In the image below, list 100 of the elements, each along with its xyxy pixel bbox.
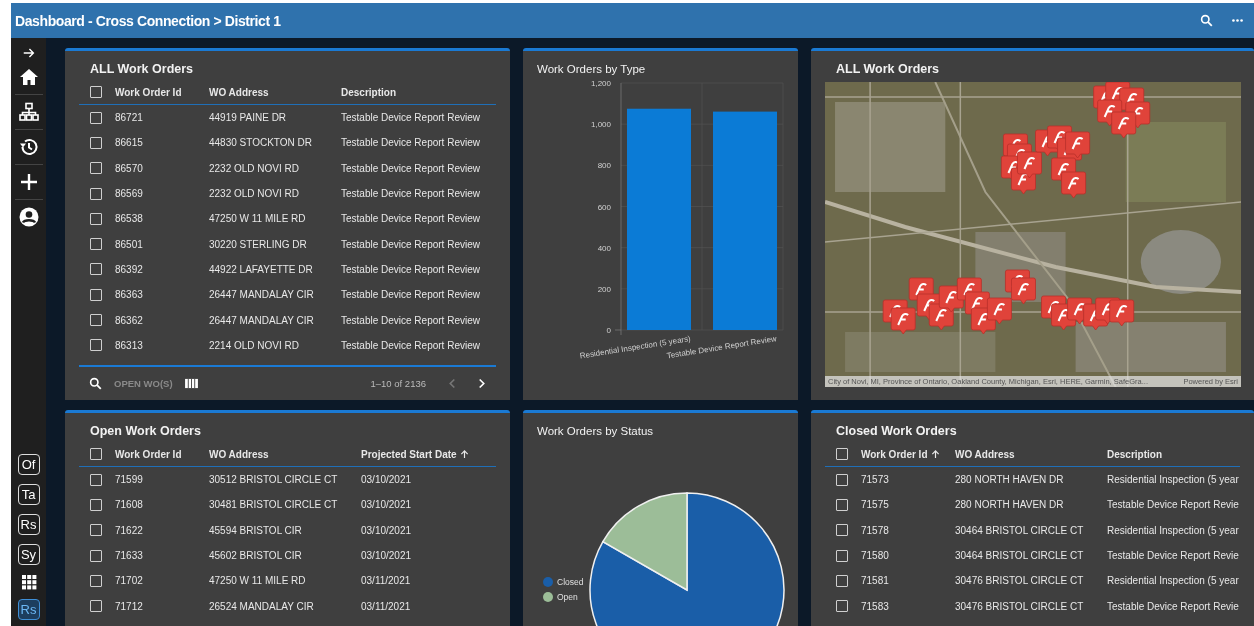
table-cell: 47250 W 11 MILE RD xyxy=(209,575,306,587)
table-cell: 26447 MANDALAY CIR xyxy=(209,289,314,301)
columns-icon[interactable] xyxy=(184,378,198,389)
checkbox[interactable] xyxy=(836,549,848,562)
table-cell: 71583 xyxy=(861,600,889,612)
table-cell: 45594 BRISTOL CIR xyxy=(209,524,302,536)
axis-tick-label: 1,200 xyxy=(590,79,611,88)
checkbox[interactable] xyxy=(90,574,102,587)
dashboard-title: Dashboard - Cross Connection > District 1 xyxy=(15,12,281,29)
select-all-checkbox[interactable] xyxy=(90,86,102,98)
table-cell: Residential Inspection (5 year xyxy=(1107,474,1239,486)
search-icon[interactable] xyxy=(89,377,102,390)
column-header[interactable]: WO Address xyxy=(955,448,1015,460)
account-icon[interactable] xyxy=(18,207,39,227)
select-all-checkbox[interactable] xyxy=(836,448,848,460)
table-cell: 30476 BRISTOL CIRCLE CT xyxy=(955,600,1084,612)
axis-tick-label: 1,000 xyxy=(590,120,611,130)
checkbox[interactable] xyxy=(90,473,102,486)
table-cell: 30464 BRISTOL CIRCLE CT xyxy=(955,550,1084,562)
checkbox[interactable] xyxy=(90,498,102,511)
search-icon[interactable] xyxy=(1200,14,1213,27)
table-cell: 44922 LAFAYETTE DR xyxy=(209,263,313,275)
checkbox[interactable] xyxy=(836,473,848,486)
arrow-right-icon[interactable] xyxy=(21,46,36,60)
select-all-checkbox[interactable] xyxy=(90,448,102,460)
sort-arrow-icon[interactable] xyxy=(930,449,940,459)
column-header[interactable]: Description xyxy=(1107,448,1162,460)
hierarchy-icon[interactable] xyxy=(18,102,39,122)
table-cell: 86362 xyxy=(115,314,143,326)
panel-title: ALL Work Orders xyxy=(835,61,941,78)
checkbox[interactable] xyxy=(836,524,848,537)
marker-cluster-icon[interactable] xyxy=(1041,295,1135,331)
checkbox[interactable] xyxy=(90,314,102,326)
table-cell: 71712 xyxy=(115,600,143,612)
checkbox[interactable] xyxy=(90,288,102,301)
checkbox[interactable] xyxy=(90,162,102,175)
sort-arrow-icon[interactable] xyxy=(459,449,469,459)
app-button[interactable]: Of xyxy=(17,454,40,475)
checkbox[interactable] xyxy=(90,212,102,225)
checkbox[interactable] xyxy=(90,549,102,562)
app-button[interactable]: Ta xyxy=(17,484,40,505)
table-cell: 71599 xyxy=(115,474,143,486)
checkbox[interactable] xyxy=(90,187,102,200)
app-button[interactable]: Rs xyxy=(17,514,40,535)
marker-cluster-icon[interactable] xyxy=(882,269,1036,335)
table-cell: 30464 BRISTOL CIRCLE CT xyxy=(955,524,1084,536)
table-cell: Testable Device Report Review xyxy=(341,137,480,149)
table-cell: 71608 xyxy=(115,499,143,511)
history-icon[interactable] xyxy=(18,137,39,157)
checkbox[interactable] xyxy=(90,238,102,251)
checkbox[interactable] xyxy=(90,136,102,149)
table-cell: 45602 BRISTOL CIR xyxy=(209,550,302,562)
table-cell: 71633 xyxy=(115,550,143,562)
marker-cluster-icon[interactable] xyxy=(1093,82,1151,139)
app-button[interactable]: Sy xyxy=(17,544,40,565)
checkbox[interactable] xyxy=(90,263,102,276)
column-header[interactable]: Work Order Id xyxy=(115,448,182,460)
marker-cluster-icon[interactable] xyxy=(1001,125,1091,199)
panel-title: Open Work Orders xyxy=(89,423,202,440)
column-header[interactable]: WO Address xyxy=(209,86,269,98)
home-icon[interactable] xyxy=(18,67,39,87)
table-cell: 26524 MANDALAY CIR xyxy=(209,600,314,612)
apps-grid-icon[interactable] xyxy=(20,574,37,590)
column-header[interactable]: Work Order Id xyxy=(115,86,182,98)
table-cell: 71573 xyxy=(861,474,889,486)
table-cell: 47250 W 11 MILE RD xyxy=(209,213,306,225)
column-header[interactable]: Projected Start Date xyxy=(361,448,457,460)
checkbox[interactable] xyxy=(836,574,848,587)
table-cell: Testable Device Report Revie xyxy=(1107,499,1239,511)
table-cell: 44830 STOCKTON DR xyxy=(209,137,312,149)
column-header[interactable]: WO Address xyxy=(209,448,269,460)
table-cell: 71622 xyxy=(115,524,143,536)
plus-icon[interactable] xyxy=(18,172,39,192)
table-cell: 86538 xyxy=(115,213,143,225)
table-cell: 86569 xyxy=(115,188,143,200)
table-cell: 30220 STERLING DR xyxy=(209,238,307,250)
checkbox[interactable] xyxy=(836,600,848,613)
checkbox[interactable] xyxy=(90,111,102,124)
table-cell: 03/11/2021 xyxy=(361,575,411,587)
table-cell: 71581 xyxy=(861,575,889,587)
chart-title: Work Orders by Status xyxy=(536,424,655,437)
chevron-right-icon[interactable] xyxy=(477,378,486,389)
table-cell: 03/10/2021 xyxy=(361,474,412,486)
axis-tick-label: 800 xyxy=(597,161,611,171)
column-header[interactable]: Description xyxy=(341,86,396,98)
table-cell: Testable Device Report Review xyxy=(341,263,480,275)
legend-dot xyxy=(543,577,553,587)
table-cell: 86615 xyxy=(115,137,143,149)
table-cell: Testable Device Report Review xyxy=(341,289,480,301)
checkbox[interactable] xyxy=(90,524,102,537)
app-button[interactable]: Rs xyxy=(17,599,40,620)
checkbox[interactable] xyxy=(836,498,848,511)
table-cell: 30512 BRISTOL CIRCLE CT xyxy=(209,474,338,486)
legend-label: Open xyxy=(557,592,578,602)
column-header[interactable]: Work Order Id xyxy=(861,448,928,460)
checkbox[interactable] xyxy=(90,600,102,613)
table-cell: 71575 xyxy=(861,499,889,511)
checkbox[interactable] xyxy=(90,339,102,352)
table-cell: 30476 BRISTOL CIRCLE CT xyxy=(955,575,1084,587)
table-cell: 03/10/2021 xyxy=(361,499,412,511)
